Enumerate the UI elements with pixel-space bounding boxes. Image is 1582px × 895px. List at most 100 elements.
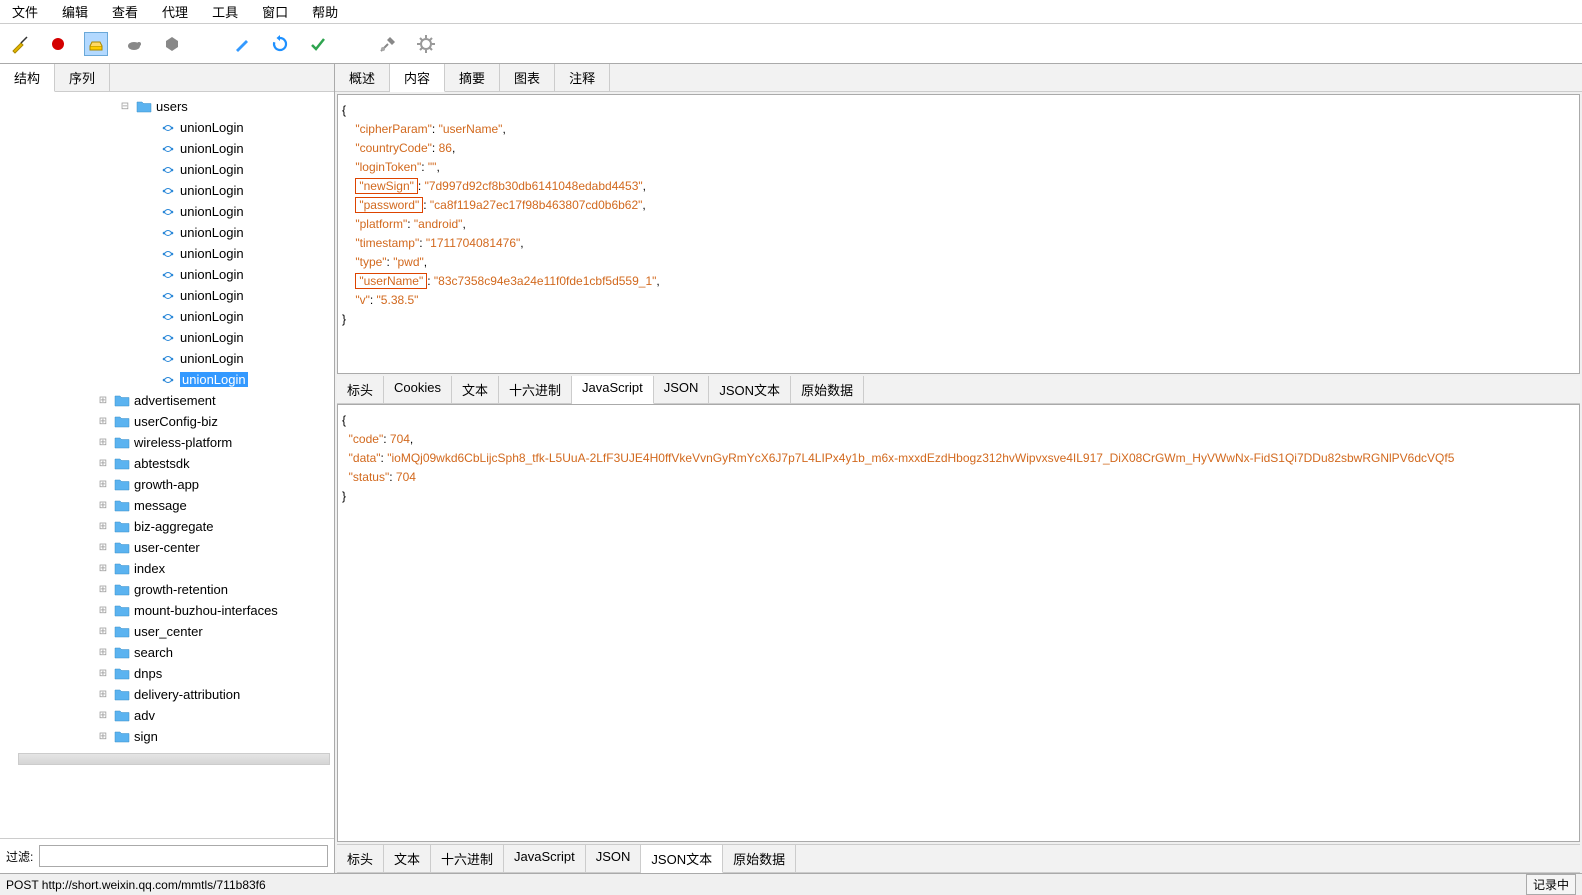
json-line: {	[342, 101, 1575, 120]
expander-icon[interactable]: ⊞	[96, 626, 110, 637]
folder-icon	[114, 625, 130, 638]
top-tab-内容[interactable]: 内容	[390, 64, 445, 92]
mid-tab-JavaScript[interactable]: JavaScript	[572, 376, 654, 404]
mid-tab-十六进制[interactable]: 十六进制	[499, 376, 572, 403]
menu-编辑[interactable]: 编辑	[50, 0, 100, 23]
folder-icon	[114, 520, 130, 533]
expander-icon[interactable]: ⊞	[96, 437, 110, 448]
tree-folder-item[interactable]: user-center	[134, 540, 200, 555]
tree-request-item[interactable]: unionLogin	[180, 183, 244, 198]
folder-icon	[114, 478, 130, 491]
tree-folder-item[interactable]: growth-retention	[134, 582, 228, 597]
tree-folder-item[interactable]: mount-buzhou-interfaces	[134, 603, 278, 618]
tree-request-item[interactable]: unionLogin	[180, 120, 244, 135]
tree-request-item[interactable]: unionLogin	[180, 330, 244, 345]
tree-request-item[interactable]: unionLogin	[180, 204, 244, 219]
expander-icon[interactable]: ⊞	[96, 647, 110, 658]
expander-icon[interactable]: ⊞	[96, 563, 110, 574]
expander-icon[interactable]: ⊞	[96, 689, 110, 700]
expander-icon[interactable]: ⊞	[96, 479, 110, 490]
tree-request-item[interactable]: unionLogin	[180, 162, 244, 177]
expander-icon[interactable]: ⊞	[96, 521, 110, 532]
tree-folder-item[interactable]: delivery-attribution	[134, 687, 240, 702]
recording-button[interactable]: 记录中	[1526, 874, 1576, 895]
filter-input[interactable]	[39, 845, 328, 867]
turtle-icon[interactable]	[122, 32, 146, 56]
tree-folder-item[interactable]: sign	[134, 729, 158, 744]
expander-icon[interactable]: ⊞	[96, 710, 110, 721]
json-line: "cipherParam": "userName",	[342, 120, 1575, 139]
check-icon[interactable]	[306, 32, 330, 56]
tree-folder-item[interactable]: index	[134, 561, 165, 576]
menu-窗口[interactable]: 窗口	[250, 0, 300, 23]
tree-request-item[interactable]: unionLogin	[180, 246, 244, 261]
tree-folder-item[interactable]: userConfig-biz	[134, 414, 218, 429]
mid-tab-标头[interactable]: 标头	[337, 376, 384, 403]
gear-icon[interactable]	[414, 32, 438, 56]
tree-request-item[interactable]: unionLogin	[180, 225, 244, 240]
mid-tab-JSON文本[interactable]: JSON文本	[709, 376, 791, 403]
left-tab-序列[interactable]: 序列	[55, 64, 110, 91]
tree-request-item[interactable]: unionLogin	[180, 351, 244, 366]
tree-folder-item[interactable]: adv	[134, 708, 155, 723]
bot-tab-十六进制[interactable]: 十六进制	[431, 845, 504, 872]
bot-tab-JSON文本[interactable]: JSON文本	[641, 845, 723, 873]
bot-tab-JSON[interactable]: JSON	[586, 845, 642, 872]
json-line: "code": 704,	[342, 430, 1575, 449]
mid-tab-文本[interactable]: 文本	[452, 376, 499, 403]
tree-request-item[interactable]: unionLogin	[180, 141, 244, 156]
expander-icon[interactable]: ⊞	[96, 584, 110, 595]
top-tab-摘要[interactable]: 摘要	[445, 64, 500, 91]
request-icon	[160, 120, 176, 136]
tree-folder-item[interactable]: search	[134, 645, 173, 660]
tree-folder-item[interactable]: user_center	[134, 624, 203, 639]
expander-icon[interactable]: ⊞	[96, 605, 110, 616]
expander-icon[interactable]: ⊞	[96, 416, 110, 427]
throttle-icon[interactable]	[84, 32, 108, 56]
tree-folder-item[interactable]: wireless-platform	[134, 435, 232, 450]
tree-request-item[interactable]: unionLogin	[180, 288, 244, 303]
bot-tab-原始数据[interactable]: 原始数据	[723, 845, 796, 872]
menu-帮助[interactable]: 帮助	[300, 0, 350, 23]
refresh-icon[interactable]	[268, 32, 292, 56]
pen-icon[interactable]	[230, 32, 254, 56]
menu-文件[interactable]: 文件	[0, 0, 50, 23]
bot-tab-文本[interactable]: 文本	[384, 845, 431, 872]
tree-request-item[interactable]: unionLogin	[180, 372, 248, 387]
h-scrollbar[interactable]	[18, 753, 330, 765]
status-left: POST http://short.weixin.qq.com/mmtls/71…	[6, 878, 266, 892]
broom-icon[interactable]	[8, 32, 32, 56]
menu-代理[interactable]: 代理	[150, 0, 200, 23]
expander-icon[interactable]: ⊞	[96, 542, 110, 553]
tree-folder-users[interactable]: users	[156, 99, 188, 114]
record-icon[interactable]	[46, 32, 70, 56]
expander-icon[interactable]: ⊞	[96, 458, 110, 469]
tree-folder-item[interactable]: dnps	[134, 666, 162, 681]
tree-folder-item[interactable]: advertisement	[134, 393, 216, 408]
top-tab-图表[interactable]: 图表	[500, 64, 555, 91]
menu-查看[interactable]: 查看	[100, 0, 150, 23]
expander-icon[interactable]: ⊞	[96, 500, 110, 511]
expander-icon[interactable]: ⊟	[118, 101, 132, 112]
mid-tab-原始数据[interactable]: 原始数据	[791, 376, 864, 403]
tree-request-item[interactable]: unionLogin	[180, 309, 244, 324]
top-tab-概述[interactable]: 概述	[335, 64, 390, 91]
request-icon	[160, 267, 176, 283]
mid-tab-JSON[interactable]: JSON	[654, 376, 710, 403]
tree-folder-item[interactable]: message	[134, 498, 187, 513]
mid-tab-Cookies[interactable]: Cookies	[384, 376, 452, 403]
expander-icon[interactable]: ⊞	[96, 395, 110, 406]
tree-folder-item[interactable]: abtestsdk	[134, 456, 190, 471]
tree-folder-item[interactable]: biz-aggregate	[134, 519, 214, 534]
menu-工具[interactable]: 工具	[200, 0, 250, 23]
left-tab-结构[interactable]: 结构	[0, 64, 55, 92]
tree-folder-item[interactable]: growth-app	[134, 477, 199, 492]
top-tab-注释[interactable]: 注释	[555, 64, 610, 91]
hex-icon[interactable]	[160, 32, 184, 56]
bot-tab-标头[interactable]: 标头	[337, 845, 384, 872]
expander-icon[interactable]: ⊞	[96, 668, 110, 679]
tree-request-item[interactable]: unionLogin	[180, 267, 244, 282]
expander-icon[interactable]: ⊞	[96, 731, 110, 742]
bot-tab-JavaScript[interactable]: JavaScript	[504, 845, 586, 872]
tools-icon[interactable]	[376, 32, 400, 56]
